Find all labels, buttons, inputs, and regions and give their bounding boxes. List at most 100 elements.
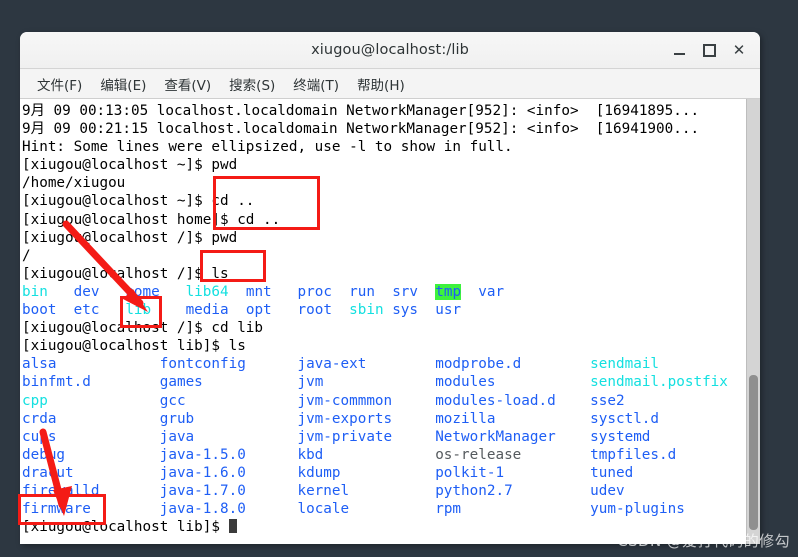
csdn-watermark: CSDN @爱打代码的修勾	[617, 532, 790, 550]
menu-item-help[interactable]: 帮助(H)	[348, 71, 414, 97]
ls-entry: jvm-private	[297, 428, 393, 445]
ls-entry: python2.7	[435, 482, 513, 499]
menubar: 文件(F) 编辑(E) 查看(V) 搜索(S) 终端(T) 帮助(H)	[20, 69, 760, 99]
ls-entry: modules	[435, 374, 496, 391]
minimize-button[interactable]	[664, 36, 694, 64]
ls-entry: rpm	[435, 501, 462, 518]
window-titlebar[interactable]: xiugou@localhost:/lib ✕	[20, 32, 760, 69]
ls-entry: lib64	[185, 283, 229, 300]
command-pwd: pwd	[211, 229, 238, 246]
ls-entry: cpp	[22, 392, 48, 409]
command-line: [xiugou@localhost lib]$ ls	[22, 337, 746, 355]
ls-entry: opt	[245, 302, 272, 319]
shell-prompt: [xiugou@localhost /]$	[22, 229, 212, 246]
terminal-scrollbar[interactable]	[746, 99, 760, 544]
ls-entry: firewalld	[22, 482, 100, 499]
terminal-cursor	[228, 519, 237, 534]
ls-entry: sbin	[349, 302, 384, 319]
ls-entry: locale	[297, 501, 350, 518]
ls-entry: systemd	[590, 428, 651, 445]
scrollbar-thumb[interactable]	[749, 375, 758, 530]
command-line: [xiugou@localhost /]$ pwd	[22, 229, 746, 247]
ls-entry: java-1.6.0	[159, 464, 246, 481]
ls-entry: tmp	[435, 283, 462, 300]
ls-output-row: cpp gcc jvm-commmon modules-load.d sse2	[22, 392, 746, 410]
ls-output-row: firewalld java-1.7.0 kernel python2.7 ud…	[22, 482, 746, 500]
ls-entry: binfmt.d	[22, 374, 91, 391]
command-cd-up: cd ..	[211, 193, 255, 210]
ls-entry: java-ext	[297, 356, 367, 373]
terminal-area: 9月 09 00:13:05 localhost.localdomain Net…	[20, 99, 760, 544]
ls-entry: bin	[22, 283, 48, 300]
command-cd-up: cd ..	[237, 211, 281, 228]
command-pwd: pwd	[211, 157, 238, 174]
menu-item-file[interactable]: 文件(F)	[28, 71, 91, 97]
shell-prompt: [xiugou@localhost ~]$	[22, 193, 212, 210]
ls-output-row: binfmt.d games jvm modules sendmail.post…	[22, 373, 746, 391]
ls-entry: java-1.5.0	[159, 446, 246, 463]
ls-output-row: firmware java-1.8.0 locale rpm yum-plugi…	[22, 500, 746, 518]
ls-entry: games	[159, 374, 203, 391]
ls-entry: grub	[159, 410, 195, 427]
ls-entry: NetworkManager	[435, 428, 556, 445]
close-icon: ✕	[732, 40, 746, 59]
shell-prompt: [xiugou@localhost home]$	[22, 211, 238, 228]
command-line: [xiugou@localhost /]$ cd lib	[22, 319, 746, 337]
ls-entry: run	[349, 283, 375, 300]
ls-entry: var	[478, 283, 505, 300]
ls-entry: etc	[73, 302, 100, 319]
ls-entry: jvm	[297, 374, 324, 391]
ls-entry: kbd	[297, 446, 324, 463]
command-ls: ls	[228, 338, 246, 355]
output-line: /	[22, 247, 746, 265]
ls-entry: tuned	[590, 464, 634, 481]
menu-item-view[interactable]: 查看(V)	[155, 71, 220, 97]
log-line-text: 9月 09 00:13:05 localhost.localdomain Net…	[22, 103, 700, 119]
ls-entry: crda	[22, 410, 57, 427]
log-line-text: Hint: Some lines were ellipsized, use -l…	[22, 139, 513, 156]
shell-prompt: [xiugou@localhost /]$	[22, 265, 212, 282]
output-pwd-root: /	[22, 247, 31, 264]
ls-entry: debug	[22, 446, 66, 463]
ls-output-row: boot etc lib media opt root sbin sys usr	[22, 301, 746, 319]
maximize-button[interactable]	[694, 36, 724, 64]
ls-entry: fontconfig	[159, 356, 246, 373]
ls-entry: boot	[22, 302, 57, 319]
ls-entry: jvm-commmon	[297, 392, 393, 409]
terminal-output[interactable]: 9月 09 00:13:05 localhost.localdomain Net…	[20, 99, 746, 544]
output-pwd-home: /home/xiugou	[22, 175, 126, 192]
menu-item-terminal[interactable]: 终端(T)	[284, 71, 348, 97]
ls-entry: polkit-1	[435, 464, 505, 481]
menu-item-edit[interactable]: 编辑(E)	[91, 71, 155, 97]
terminal-window: xiugou@localhost:/lib ✕ 文件(F) 编辑(E) 查看(V…	[20, 32, 760, 544]
menu-item-search[interactable]: 搜索(S)	[220, 71, 284, 97]
command-cd-lib: cd lib	[211, 320, 264, 337]
close-button[interactable]: ✕	[724, 36, 754, 64]
